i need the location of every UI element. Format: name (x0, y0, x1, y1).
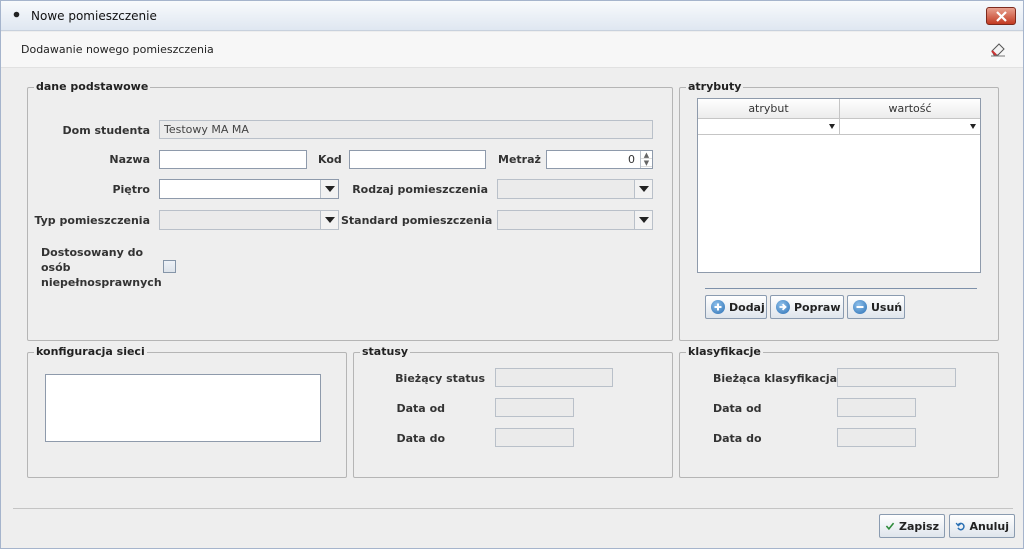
dostosowany-line1: Dostosowany do (41, 246, 144, 259)
dostosowany-line3: niepełnosprawnych (41, 276, 162, 289)
footer-separator (13, 508, 1013, 509)
pietro-label: Piętro (112, 183, 150, 196)
chevron-down-icon (970, 124, 976, 129)
column-header-atrybut[interactable]: atrybut (698, 99, 840, 119)
metraz-label: Metraż (498, 153, 541, 166)
rodzaj-select[interactable] (497, 179, 653, 199)
close-icon (996, 11, 1007, 22)
remove-attribute-button[interactable]: Usuń (847, 295, 905, 319)
status-to-label: Data do (396, 432, 446, 445)
chevron-down-icon[interactable] (320, 211, 338, 229)
edit-attribute-label: Popraw (794, 300, 841, 314)
kod-input[interactable] (349, 150, 486, 169)
pietro-select[interactable] (159, 179, 339, 199)
basic-data-legend: dane podstawowe (34, 80, 151, 94)
dom-studenta-field (159, 120, 653, 139)
classification-to-field (837, 428, 916, 447)
undo-icon (955, 522, 965, 531)
add-attribute-label: Dodaj (729, 300, 765, 314)
chevron-down-icon[interactable] (634, 211, 652, 229)
nazwa-label: Nazwa (109, 153, 150, 166)
attributes-table: atrybut wartość (697, 98, 981, 273)
classifications-legend: klasyfikacje (686, 345, 763, 359)
window-title: Nowe pomieszczenie (31, 9, 157, 23)
column-header-wartosc[interactable]: wartość (840, 99, 980, 119)
typ-select[interactable] (159, 210, 339, 230)
dialog-window: Nowe pomieszczenie Dodawanie nowego pomi… (0, 0, 1024, 549)
header-band: Dodawanie nowego pomieszczenia (1, 32, 1023, 68)
current-status-label: Bieżący status (395, 372, 485, 385)
window-menu-icon[interactable] (13, 11, 20, 18)
chevron-down-icon[interactable] (320, 180, 338, 198)
nazwa-input[interactable] (159, 150, 307, 169)
metraz-spinner[interactable]: 0 ▲ ▼ (546, 150, 653, 169)
title-bar[interactable]: Nowe pomieszczenie (1, 1, 1023, 31)
metraz-value: 0 (628, 153, 635, 166)
dostosowany-checkbox[interactable] (163, 260, 176, 273)
classification-to-label: Data do (713, 432, 762, 445)
add-attribute-button[interactable]: Dodaj (705, 295, 767, 319)
page-title: Dodawanie nowego pomieszczenia (21, 43, 214, 56)
minus-icon (853, 300, 867, 314)
checkmark-icon (885, 522, 895, 531)
network-config-textarea[interactable] (45, 374, 321, 442)
kod-label: Kod (318, 153, 342, 166)
standard-label: Standard pomieszczenia (341, 214, 493, 227)
dostosowany-label: Dostosowany do osób niepełnosprawnych (41, 245, 162, 290)
status-from-label: Data od (396, 402, 446, 415)
value-cell-select[interactable] (840, 119, 980, 135)
eraser-icon[interactable] (989, 41, 1007, 57)
save-label: Zapisz (899, 519, 939, 533)
dostosowany-line2: osób (41, 261, 71, 274)
rodzaj-label: Rodzaj pomieszczenia (352, 183, 488, 196)
statuses-legend: statusy (360, 345, 411, 359)
current-classification-field (837, 368, 956, 387)
cancel-label: Anuluj (969, 519, 1009, 533)
chevron-down-icon[interactable] (634, 180, 652, 198)
dom-studenta-label: Dom studenta (62, 124, 150, 137)
attributes-legend: atrybuty (686, 80, 744, 94)
plus-icon (711, 300, 725, 314)
current-status-field (495, 368, 613, 387)
edit-attribute-button[interactable]: Popraw (770, 295, 844, 319)
standard-select[interactable] (497, 210, 653, 230)
classification-from-label: Data od (713, 402, 762, 415)
attribute-cell-select[interactable] (698, 119, 840, 135)
typ-label: Typ pomieszczenia (34, 214, 150, 227)
remove-attribute-label: Usuń (871, 300, 903, 314)
close-button[interactable] (986, 7, 1016, 25)
arrow-right-icon (776, 300, 790, 314)
network-legend: konfiguracja sieci (34, 345, 147, 359)
metraz-spinner-buttons[interactable]: ▲ ▼ (640, 151, 652, 168)
classification-from-field (837, 398, 916, 417)
save-button[interactable]: Zapisz (879, 514, 945, 538)
status-from-field (495, 398, 574, 417)
attributes-separator (705, 288, 977, 289)
chevron-down-icon (829, 124, 835, 129)
status-to-field (495, 428, 574, 447)
current-classification-label: Bieżąca klasyfikacja (713, 372, 838, 385)
cancel-button[interactable]: Anuluj (949, 514, 1015, 538)
